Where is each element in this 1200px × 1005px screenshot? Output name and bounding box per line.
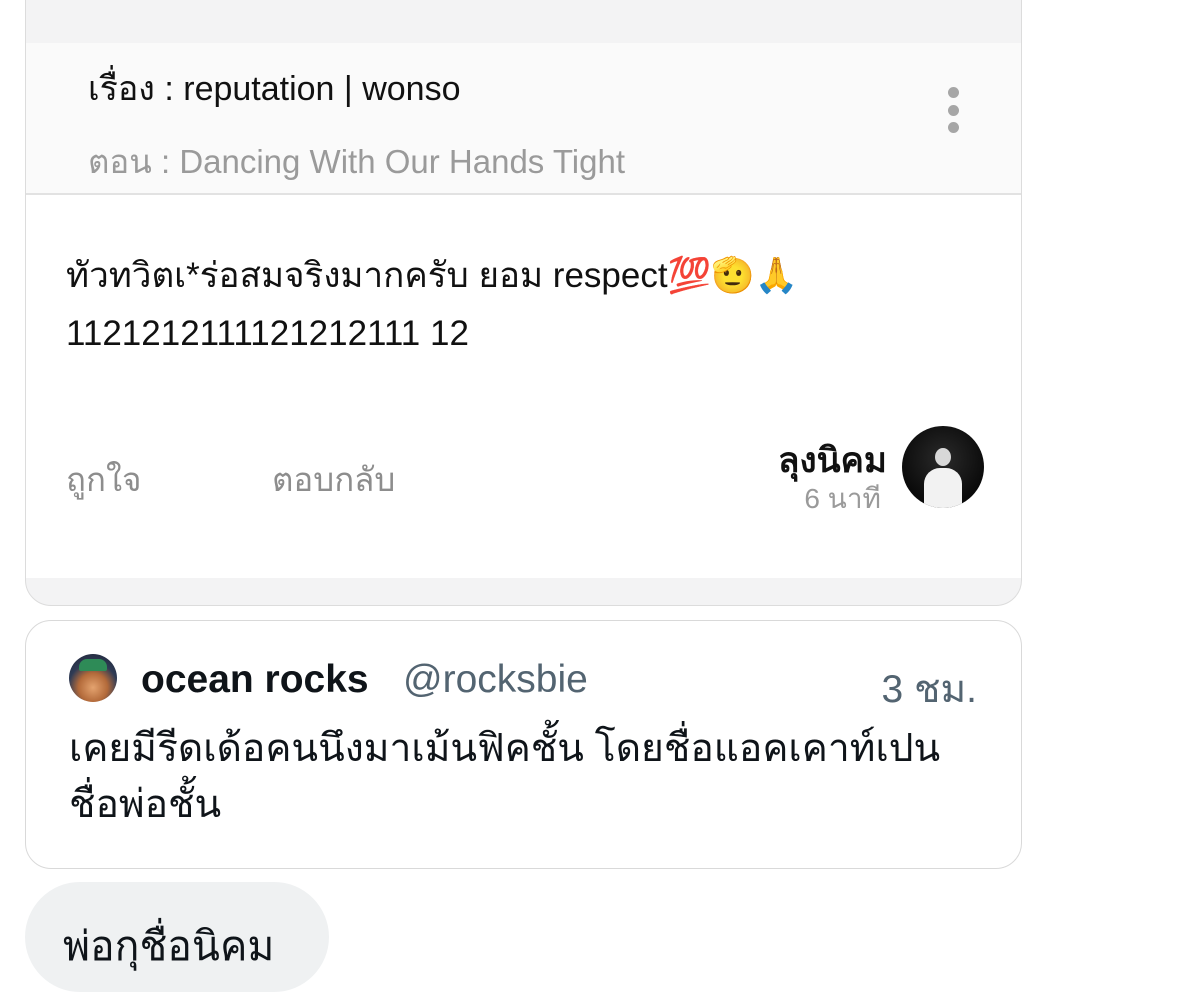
tweet-author-avatar[interactable] [69,654,117,702]
story-title[interactable]: เรื่อง : reputation | wonso [88,61,460,115]
reply-bubble: พ่อกุชื่อนิคม [25,882,329,992]
episode-title[interactable]: ตอน : Dancing With Our Hands Tight [88,135,625,188]
comment-card-header: เรื่อง : reputation | wonso ตอน : Dancin… [26,43,1021,195]
menu-dot [947,104,959,116]
fiction-comment-card: เรื่อง : reputation | wonso ตอน : Dancin… [25,0,1022,606]
comment-card-body: ทัวทวิตเ*ร่อสมจริงมากครับ ยอม respect💯🫡🙏… [26,195,1021,578]
avatar-head [935,448,951,466]
tweet-author-handle[interactable]: @rocksbie [403,658,588,702]
tweet-timestamp: 3 ชม. [881,668,977,711]
menu-dot [947,122,959,133]
reply-button[interactable]: ตอบกลับ [272,453,395,506]
more-options-icon[interactable] [938,87,968,133]
reply-text: พ่อกุชื่อนิคม [63,923,275,969]
menu-dot [947,87,959,98]
quoted-tweet-card[interactable]: ocean rocks @rocksbie 3 ชม. เคยมีรีดเด้อ… [25,620,1022,869]
comment-author-avatar[interactable] [902,426,984,508]
comment-timestamp: 6 นาที [804,483,881,514]
comment-text: ทัวทวิตเ*ร่อสมจริงมากครับ ยอม respect💯🫡🙏… [66,256,799,353]
tweet-text: เคยมีรีดเด้อคนนึงมาเม้นฟิคชั้น โดยชื่อแอ… [69,727,941,826]
screenshot-page: เรื่อง : reputation | wonso ตอน : Dancin… [0,0,1200,1005]
avatar-shirt [924,468,962,508]
tweet-author-name[interactable]: ocean rocks [141,658,369,702]
like-button[interactable]: ถูกใจ [66,453,141,506]
avatar-cap [79,659,107,671]
